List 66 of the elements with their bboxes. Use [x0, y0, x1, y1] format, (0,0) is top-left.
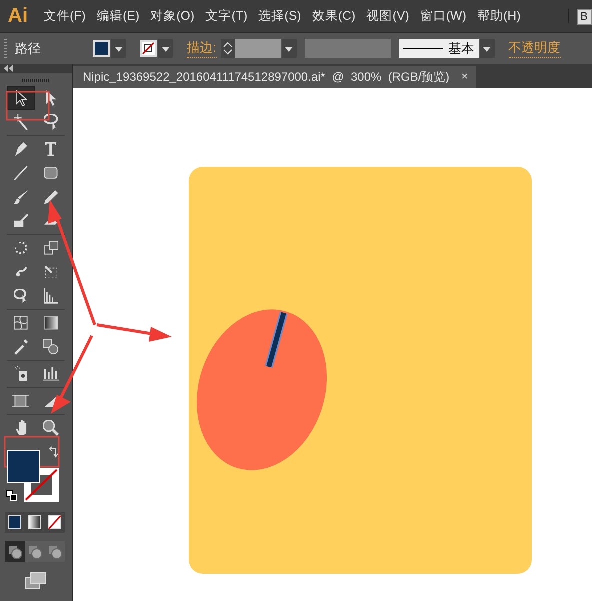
close-tab-button[interactable]: ×	[462, 71, 468, 83]
menu-item[interactable]: 帮助(H)	[478, 8, 521, 24]
stroke-label: 描边:	[187, 39, 217, 58]
shape-builder-icon	[14, 288, 28, 304]
lasso-icon	[44, 114, 58, 130]
document-title: Nipic_19369522_20160411174512897000.ai* @ 300% (RGB/预览)	[83, 68, 450, 86]
menu-item[interactable]: 文件(F)	[44, 8, 86, 24]
app-logo: Ai	[8, 4, 28, 28]
direct-selection-icon	[46, 90, 56, 106]
blend-icon	[43, 339, 59, 355]
mesh-icon	[14, 316, 28, 330]
selection-icon	[16, 90, 26, 106]
gradient-icon	[44, 316, 58, 330]
draw-normal-button[interactable]	[5, 541, 25, 562]
selection-type-label: 路径	[15, 40, 42, 58]
hand-icon	[16, 420, 26, 436]
eyedropper-icon	[14, 338, 28, 356]
rectangle-icon	[44, 167, 58, 179]
free-transform-icon	[44, 266, 58, 278]
menu-item[interactable]: 效果(C)	[312, 8, 356, 24]
column-graph-icon	[42, 367, 60, 381]
none-stroke-icon	[142, 42, 155, 55]
none-mode-icon	[46, 513, 64, 532]
fill-swatch[interactable]	[93, 40, 110, 57]
menu-item[interactable]: 文字(T)	[206, 8, 248, 24]
opacity-label: 不透明度	[508, 39, 561, 58]
draw-behind-button[interactable]	[25, 541, 45, 562]
rotate-icon	[15, 242, 27, 254]
color-mode-icon	[6, 513, 24, 532]
scale-icon	[44, 241, 58, 255]
fill-color-swatch[interactable]	[7, 450, 40, 483]
stroke-swatch[interactable]	[140, 40, 157, 57]
symbol-sprayer-icon	[14, 366, 28, 382]
swap-arrow-icon	[49, 446, 59, 458]
warp-icon	[16, 266, 26, 278]
stroke-weight-field[interactable]	[234, 39, 281, 58]
variable-width-field[interactable]	[304, 39, 391, 58]
line-icon	[14, 166, 28, 180]
draw-normal-icon	[7, 544, 23, 560]
highlight-frame	[6, 91, 50, 121]
document-tab[interactable]: Nipic_19369522_20160411174512897000.ai* @ 300% (RGB/预览) ×	[73, 66, 476, 88]
highlight-frame	[4, 436, 60, 468]
gradient-mode-icon	[26, 513, 44, 532]
default-colors-icon	[6, 490, 17, 501]
menu-item[interactable]: 对象(O)	[150, 8, 195, 24]
paintbrush-icon	[13, 190, 29, 204]
draw-inside-icon	[47, 544, 63, 560]
menu-item[interactable]: 选择(S)	[258, 8, 302, 24]
workspace-button[interactable]: B	[576, 9, 592, 25]
screen-mode-icon	[25, 572, 47, 590]
selection-tool[interactable]	[7, 86, 35, 110]
artboard-icon	[12, 395, 30, 407]
brush-style-dropdown[interactable]: 基本	[398, 39, 479, 58]
draw-behind-icon	[27, 544, 43, 560]
blob-brush-icon	[14, 214, 28, 228]
perspective-grid-icon	[44, 288, 58, 304]
menu-item[interactable]: 视图(V)	[366, 8, 410, 24]
menu-item[interactable]: 编辑(E)	[96, 8, 140, 24]
pen-icon	[14, 142, 28, 156]
pencil-icon	[44, 190, 58, 204]
zoom-icon	[43, 420, 59, 436]
menu-item[interactable]: 窗口(W)	[420, 8, 466, 24]
magic-wand-icon	[14, 114, 28, 130]
draw-inside-button[interactable]	[45, 541, 65, 562]
spinner-icon	[220, 39, 235, 58]
type-icon	[45, 142, 57, 156]
